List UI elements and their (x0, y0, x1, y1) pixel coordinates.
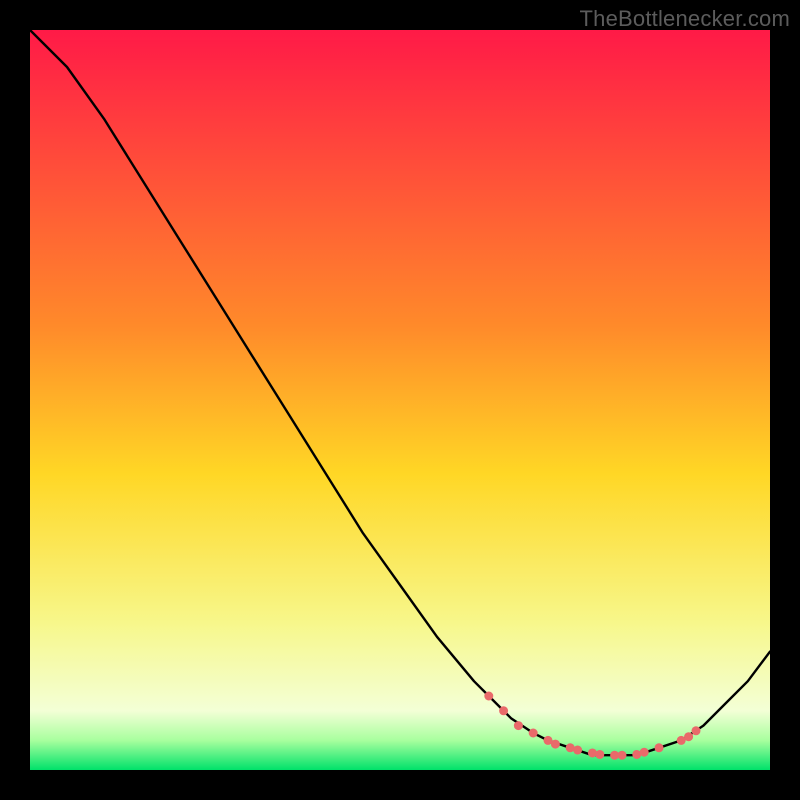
highlight-dot (499, 706, 508, 715)
watermark-text: TheBottlenecker.com (580, 6, 790, 32)
plot-area (30, 30, 770, 770)
highlight-dot (551, 740, 560, 749)
highlight-dot (655, 743, 664, 752)
highlight-dot (573, 746, 582, 755)
gradient-background (30, 30, 770, 770)
highlight-dot (684, 732, 693, 741)
highlight-dot (618, 751, 627, 760)
highlight-dot (529, 729, 538, 738)
highlight-dot (514, 721, 523, 730)
highlight-dot (588, 748, 597, 757)
highlight-dot (595, 750, 604, 759)
chart-frame: TheBottlenecker.com (0, 0, 800, 800)
bottleneck-chart (30, 30, 770, 770)
highlight-dot (692, 726, 701, 735)
highlight-dot (484, 692, 493, 701)
highlight-dot (640, 748, 649, 757)
